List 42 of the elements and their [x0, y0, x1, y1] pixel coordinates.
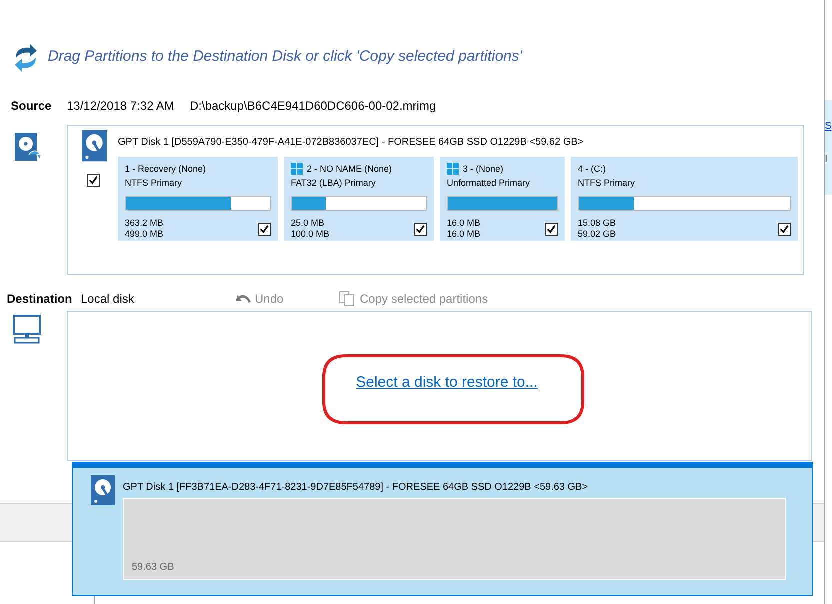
partition-type: NTFS Primary	[125, 177, 183, 190]
partition-name: 3 - (None)	[463, 162, 504, 176]
disk-size: 59.63 GB	[132, 561, 174, 575]
partition-type: FAT32 (LBA) Primary	[291, 177, 377, 190]
total-size: 16.0 MB	[447, 229, 481, 240]
partition-name: 1 - Recovery (None)	[125, 162, 206, 176]
partition-type: Unformatted Primary	[447, 177, 532, 190]
monitor-icon	[13, 315, 41, 346]
background-text: I	[825, 153, 828, 166]
partition-name: 4 - (C:)	[578, 162, 606, 176]
copy-icon	[339, 291, 355, 308]
instruction-text: Drag Partitions to the Destination Disk or click 'Copy selected partitions'	[48, 47, 522, 68]
disk-title: GPT Disk 1 [D559A790-E350-479F-A41E-072B836037EC] - FORESEE 64GB SSD O1229B <59.62 GB>	[118, 136, 585, 150]
used-size: 363.2 MB	[125, 218, 164, 230]
refresh-arrows-icon	[14, 44, 38, 72]
undo-icon	[235, 293, 251, 306]
source-label: Source	[10, 98, 53, 116]
disk-type-label: Local disk	[81, 291, 136, 308]
dropdown-disk-title: GPT Disk 1 [FF3B71EA-D283-4F71-8231-9D7E85F54789] - FORESEE 64GB SSD O1229B <59.63 GB>	[123, 481, 590, 495]
used-size: 15.08 GB	[578, 218, 616, 230]
checkbox[interactable]	[258, 222, 271, 236]
checkbox[interactable]	[545, 222, 558, 236]
used-size: 16.0 MB	[447, 218, 481, 230]
partition-type: NTFS Primary	[578, 177, 636, 190]
background-link[interactable]: S	[825, 120, 832, 133]
checkbox[interactable]	[778, 222, 791, 236]
disk-dropdown[interactable]: GPT Disk 1 [FF3B71EA-D283-4F71-8231-9D7E85F54789] - FORESEE 64GB SSD O1229B <59.63 GB> 59.63 GB	[72, 462, 813, 596]
total-size: 100.0 MB	[291, 229, 330, 240]
total-size: 499.0 MB	[125, 229, 164, 240]
partition-card[interactable]: 1 - Recovery (None) NTFS Primary 363.2 MB 499.0 MB	[118, 157, 278, 242]
destination-label: Destination	[6, 291, 74, 308]
used-size: 25.0 MB	[291, 218, 326, 230]
checkbox[interactable]	[86, 174, 100, 188]
partition-card[interactable]: 2 - NO NAME (None) FAT32 (LBA) Primary 25.0 MB 100.0 MB	[284, 157, 434, 242]
backup-path: D:\backup\B6C4E941D60DC606-00-02.mrimg	[190, 98, 436, 116]
partition-name: 2 - NO NAME (None)	[307, 162, 392, 176]
checkbox[interactable]	[414, 222, 427, 236]
partition-card[interactable]: 3 - (None) Unformatted Primary 16.0 MB 16.0 MB	[440, 157, 565, 242]
total-size: 59.02 GB	[578, 229, 616, 240]
disk-restore-icon	[15, 133, 41, 164]
backup-date: 13/12/2018 7:32 AM	[67, 98, 176, 116]
partition-card[interactable]: 4 - (C:) NTFS Primary 15.08 GB 59.02 GB	[571, 157, 798, 242]
